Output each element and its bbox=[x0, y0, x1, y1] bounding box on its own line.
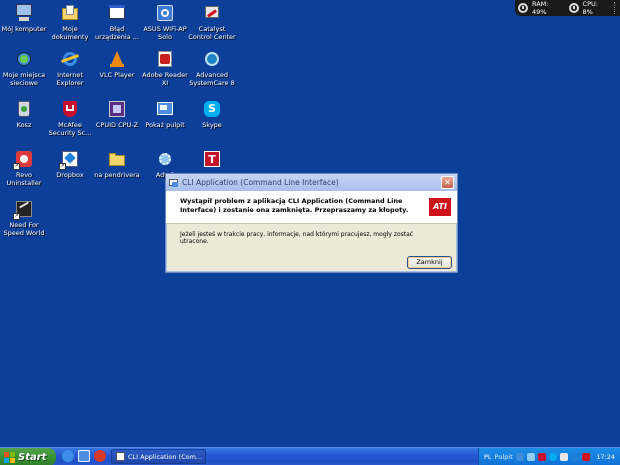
expand-arrow-icon[interactable] bbox=[515, 453, 524, 461]
t-app-icon: T bbox=[202, 149, 222, 169]
desktop-icon-advanced-systemcare[interactable]: Advanced SystemCare 8 bbox=[188, 49, 236, 87]
application-icon bbox=[169, 178, 179, 188]
folder-icon bbox=[107, 149, 127, 169]
dropbox-tray-icon[interactable] bbox=[570, 453, 579, 461]
skype-tray-icon[interactable] bbox=[548, 453, 557, 461]
network-icon bbox=[14, 49, 34, 69]
nfs-world-icon: ↗ bbox=[13, 199, 34, 220]
cpu-usage: CPU: 8% bbox=[582, 0, 598, 16]
desktop-icon-t-app[interactable]: T bbox=[188, 149, 236, 171]
dialog-detail: Jeżeli jesteś w trakcie pracy, informacj… bbox=[180, 231, 414, 245]
show-desktop-icon[interactable] bbox=[78, 450, 90, 462]
application-icon bbox=[116, 452, 125, 461]
mcafee-icon bbox=[60, 99, 80, 119]
start-button[interactable]: Start bbox=[0, 448, 56, 465]
desktop-icon-adobe-reader[interactable]: Adobe Reader XI bbox=[141, 49, 189, 87]
volume-tray-icon[interactable] bbox=[559, 453, 568, 461]
gauge-icon bbox=[518, 3, 528, 13]
windows-logo-icon bbox=[4, 451, 15, 463]
catalyst-icon bbox=[202, 3, 222, 23]
desktop-icon-mcafee[interactable]: McAfee Security Sc... bbox=[46, 99, 94, 137]
taskbar-item-label: CLI Application (Com... bbox=[128, 452, 203, 461]
drag-handle[interactable] bbox=[614, 2, 618, 14]
desktop-icon-recycle-bin[interactable]: Kosz bbox=[0, 99, 48, 129]
start-label: Start bbox=[18, 451, 47, 463]
revo-uninstaller-icon: ↗ bbox=[13, 149, 34, 170]
network-tray-icon[interactable] bbox=[526, 453, 535, 461]
error-message: Wystąpił problem z aplikacją CLI Applica… bbox=[180, 197, 409, 214]
dialog-header: Wystąpił problem z aplikacją CLI Applica… bbox=[166, 191, 457, 224]
desktop-icon-pendrive[interactable]: na pendrivera bbox=[93, 149, 141, 179]
internet-explorer-icon[interactable] bbox=[62, 450, 74, 462]
skype-icon: S bbox=[202, 99, 222, 119]
taskbar: Start CLI Application (Com... PL Pulpit … bbox=[0, 447, 620, 465]
desktop-icon-device-error[interactable]: Błąd urządzenia ... bbox=[93, 3, 141, 41]
desktop-icon-revo[interactable]: ↗ Revo Uninstaller bbox=[0, 149, 48, 187]
close-button[interactable]: ✕ bbox=[441, 176, 454, 189]
security-tray-icon[interactable] bbox=[537, 453, 546, 461]
asus-wifi-icon bbox=[155, 3, 175, 23]
desktop-icon-my-documents[interactable]: Moje dokumenty bbox=[46, 3, 94, 41]
adwcleaner-icon bbox=[155, 149, 175, 169]
shortcut-arrow-icon: ↗ bbox=[13, 213, 20, 220]
taskbar-item-cli-application[interactable]: CLI Application (Com... bbox=[111, 449, 206, 464]
dialog-title: CLI Application (Command Line Interface) bbox=[182, 178, 339, 187]
desktop-icon-dropbox[interactable]: ↗ Dropbox bbox=[46, 149, 94, 179]
language-indicator[interactable]: PL bbox=[484, 453, 492, 461]
dropbox-icon: ↗ bbox=[59, 149, 80, 170]
adobe-reader-icon bbox=[155, 49, 175, 69]
desktop-icon-cpuz[interactable]: CPUID CPU-Z bbox=[93, 99, 141, 129]
ati-logo: ATI bbox=[429, 198, 451, 216]
catalyst-tray-icon[interactable] bbox=[581, 453, 590, 461]
recycle-bin-icon bbox=[14, 99, 34, 119]
error-dialog: CLI Application (Command Line Interface)… bbox=[165, 173, 458, 273]
desktop-icon-show-desktop[interactable]: Pokaż pulpit bbox=[141, 99, 189, 129]
desktop-icon-vlc[interactable]: VLC Player bbox=[93, 49, 141, 79]
system-monitor-gadget: RAM: 49% CPU: 8% bbox=[515, 0, 620, 16]
system-tray: PL Pulpit 17:24 bbox=[478, 448, 620, 465]
desktop-icon-skype[interactable]: S Skype bbox=[188, 99, 236, 129]
quick-launch bbox=[62, 450, 106, 462]
dialog-titlebar[interactable]: CLI Application (Command Line Interface)… bbox=[166, 174, 457, 191]
documents-folder-icon bbox=[60, 3, 80, 23]
gauge-icon bbox=[568, 3, 579, 13]
internet-explorer-icon bbox=[60, 49, 80, 69]
desktop-toolbar-label[interactable]: Pulpit bbox=[495, 453, 513, 461]
close-dialog-button[interactable]: Zamknij bbox=[407, 256, 452, 269]
shortcut-arrow-icon: ↗ bbox=[13, 163, 20, 170]
shortcut-arrow-icon: ↗ bbox=[59, 163, 66, 170]
desktop-icon-my-computer[interactable]: Mój komputer bbox=[0, 3, 48, 33]
cpuz-icon bbox=[107, 99, 127, 119]
desktop-icon-internet-explorer[interactable]: Internet Explorer bbox=[46, 49, 94, 87]
vlc-cone-icon bbox=[107, 49, 127, 69]
computer-icon bbox=[14, 3, 34, 23]
clock[interactable]: 17:24 bbox=[596, 453, 615, 461]
desktop-icon-catalyst[interactable]: Catalyst Control Center bbox=[188, 3, 236, 41]
window-icon bbox=[107, 3, 127, 23]
advanced-systemcare-icon bbox=[202, 49, 222, 69]
media-player-icon[interactable] bbox=[94, 450, 106, 462]
ram-usage: RAM: 49% bbox=[531, 0, 549, 16]
desktop-icon-asus-wifi[interactable]: ASUS WiFi-AP Solo bbox=[141, 3, 189, 41]
desktop-icon-nfs-world[interactable]: ↗ Need For Speed World bbox=[0, 199, 48, 237]
show-desktop-icon bbox=[155, 99, 175, 119]
desktop-icon-my-network[interactable]: Moje miejsca sieciowe bbox=[0, 49, 48, 87]
